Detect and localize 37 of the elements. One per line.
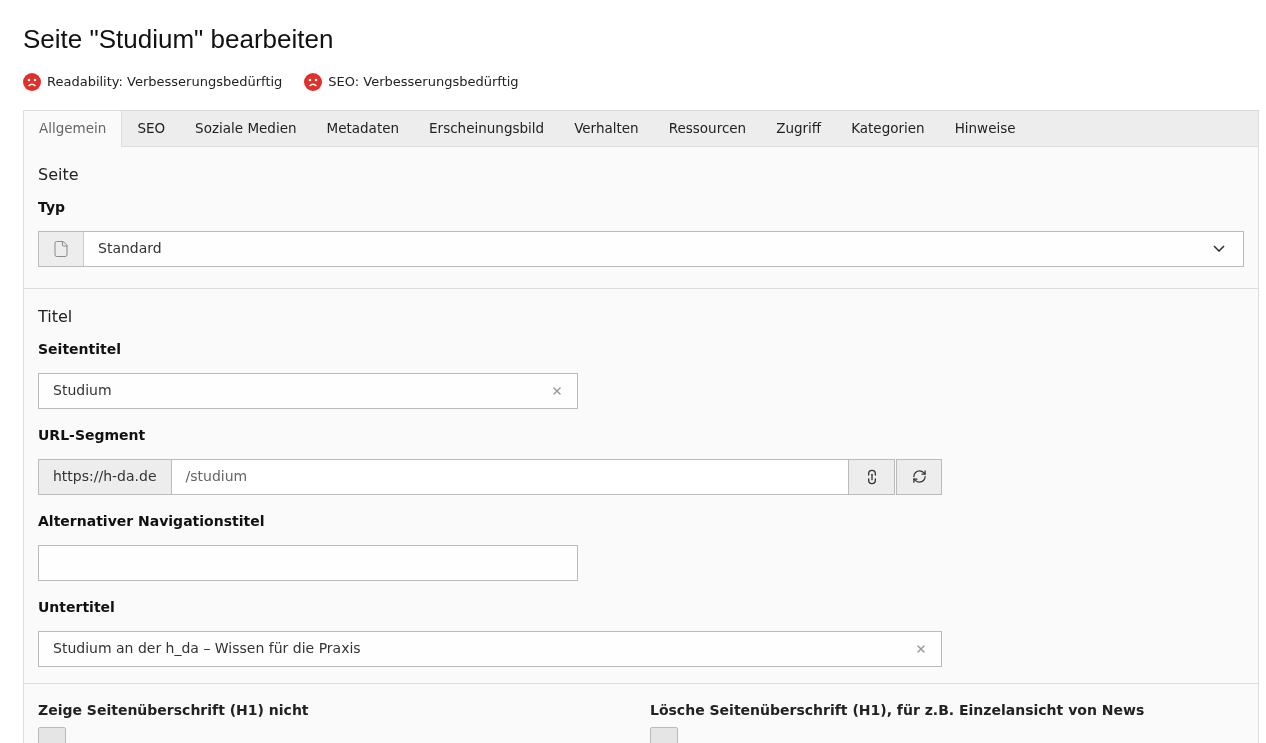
tab[interactable]: Erscheinungsbild <box>414 110 560 147</box>
text-field[interactable]: Studium <box>38 372 578 409</box>
tab[interactable]: Ressourcen <box>653 110 762 147</box>
clear-icon[interactable] <box>915 642 927 655</box>
sad-face-icon <box>23 72 41 91</box>
field-label: URL-Segment <box>38 425 147 445</box>
field-label: Seitentitel <box>38 339 122 359</box>
checkbox-label: Lösche Seitenüberschrift (H1), für z.B. Einzelansicht von News <box>650 700 1146 720</box>
tab[interactable]: Kategorien <box>836 110 940 147</box>
tab[interactable]: SEO <box>122 110 181 147</box>
tab[interactable]: Hinweise <box>939 110 1031 147</box>
tab[interactable]: Zugriff <box>761 110 837 147</box>
field-label: Alternativer Navigationstitel <box>38 511 266 531</box>
tab[interactable]: Allgemein <box>24 110 123 147</box>
page-title: Seite "Studium" bearbeiten <box>23 23 335 56</box>
clear-icon[interactable] <box>551 384 563 397</box>
refresh-button[interactable] <box>896 458 942 495</box>
section-heading: Titel <box>38 305 74 328</box>
checkbox-label: Zeige Seitenüberschrift (H1) nicht <box>38 700 310 720</box>
rating-label: Readability: Verbesserungsbedürftig <box>47 73 283 91</box>
text-field[interactable]: Studium an der h_da – Wissen für die Praxis <box>38 630 942 667</box>
type-select[interactable]: Standard <box>38 230 1244 267</box>
field-label: Untertitel <box>38 597 116 617</box>
refresh-icon <box>911 469 927 484</box>
tab[interactable]: Soziale Medien <box>180 110 312 147</box>
text-field[interactable] <box>38 544 578 581</box>
url-prefix: https://h-da.de <box>38 458 172 495</box>
tab[interactable]: Verhalten <box>559 110 654 147</box>
field-label: Typ <box>38 197 67 217</box>
rating-label: SEO: Verbesserungsbedürftig <box>328 73 519 91</box>
sad-face-icon <box>304 72 323 91</box>
link-toggle-button[interactable] <box>849 458 895 495</box>
document-icon <box>52 239 70 258</box>
chevron-icon <box>1213 245 1225 252</box>
tab[interactable]: Metadaten <box>311 110 415 147</box>
section-heading: Seite <box>38 163 80 186</box>
url-segment-field[interactable]: /studium <box>171 458 849 495</box>
